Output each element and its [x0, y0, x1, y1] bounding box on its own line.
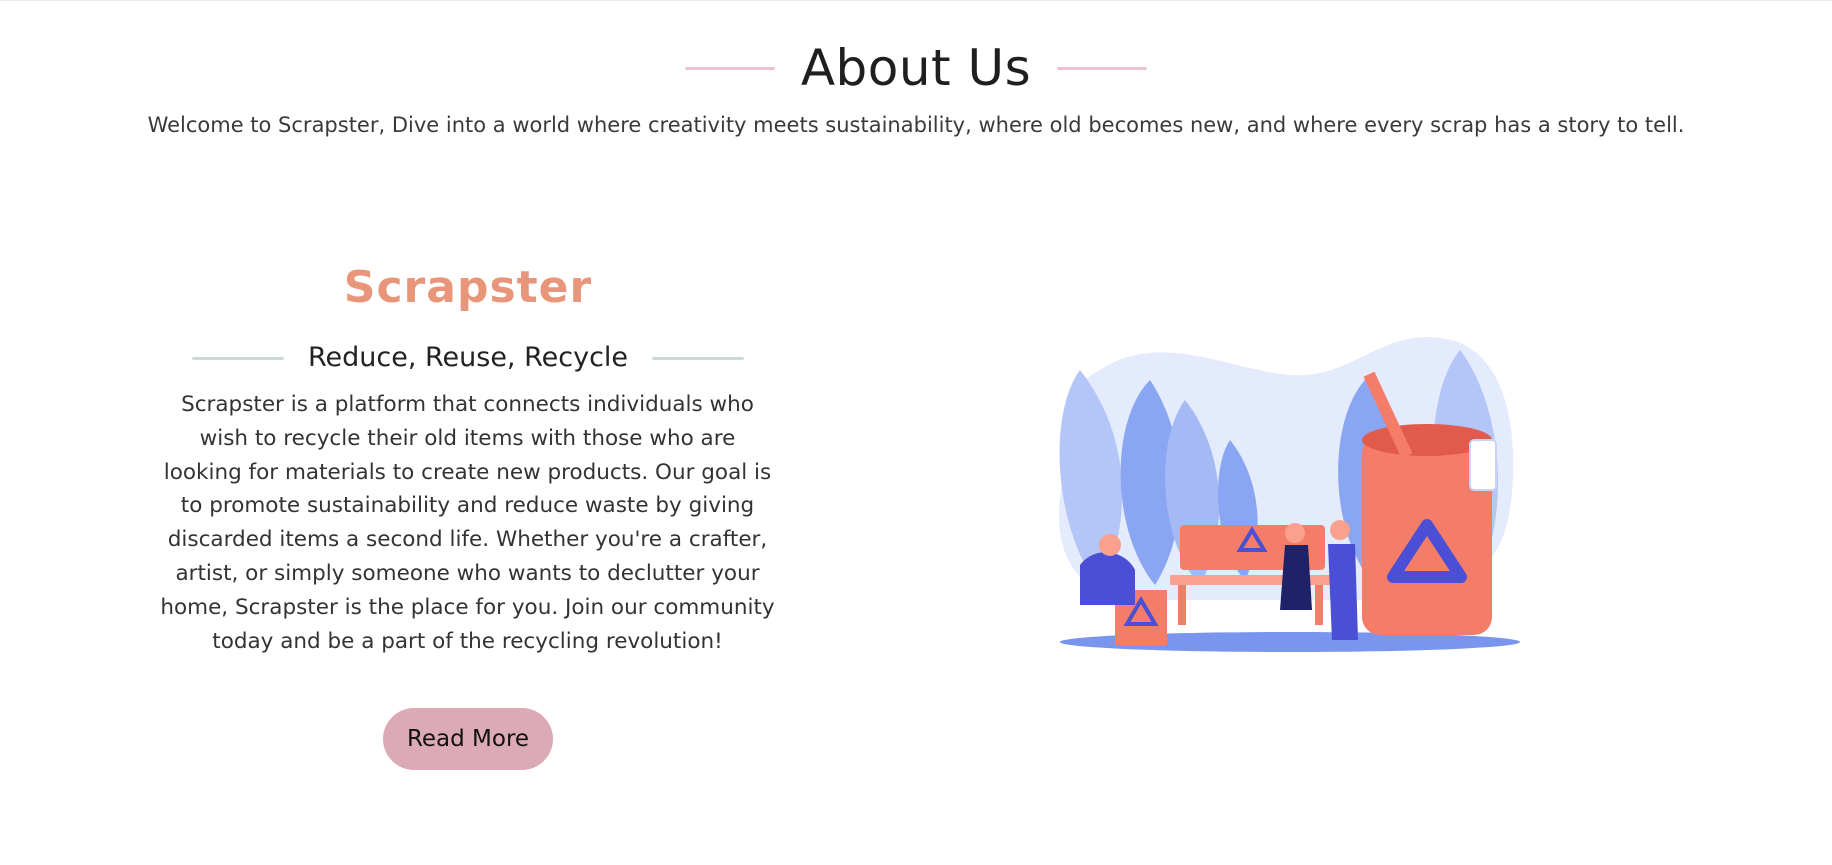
person-sitting-head [1099, 534, 1121, 556]
brand-name: Scrapster [343, 262, 593, 313]
tagline-rule-left [191, 356, 284, 360]
person-sitting [1080, 552, 1135, 605]
top-divider [0, 0, 1832, 1]
page-title: About Us [800, 39, 1032, 97]
woman-body [1280, 545, 1312, 610]
title-rule-right [1057, 66, 1148, 70]
tag [1469, 439, 1497, 491]
bench-leg-right [1315, 585, 1323, 625]
tagline-row: Reduce, Reuse, Recycle [168, 340, 768, 376]
title-rule-left [684, 66, 775, 70]
about-title-wrap: About Us [684, 36, 1148, 100]
man-head [1330, 520, 1350, 540]
read-more-button[interactable]: Read More [383, 708, 553, 770]
man-body [1328, 544, 1358, 640]
woman-head [1285, 523, 1305, 543]
tagline: Reduce, Reuse, Recycle [307, 342, 629, 373]
about-header: About Us [0, 36, 1832, 100]
tagline-rule-right [652, 356, 745, 360]
recycling-illustration [1058, 337, 1520, 652]
bench-leg-left [1178, 585, 1186, 625]
feature-description: Scrapster is a platform that connects in… [160, 392, 775, 654]
about-intro: Welcome to Scrapster, Dive into a world … [147, 113, 1685, 137]
